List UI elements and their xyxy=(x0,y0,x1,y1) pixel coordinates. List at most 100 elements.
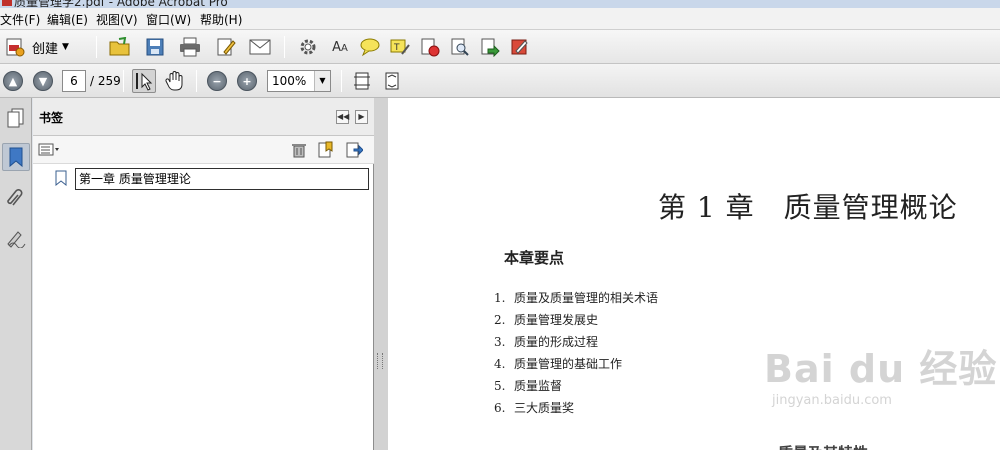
next-page-button[interactable]: ▼ xyxy=(33,71,53,91)
settings-button[interactable] xyxy=(296,35,320,59)
gear-icon xyxy=(300,39,316,55)
page-number-input[interactable]: 6 xyxy=(62,70,86,92)
magnifier-page-icon xyxy=(451,38,469,56)
fit-width-icon xyxy=(385,72,399,90)
hand-tool-button[interactable] xyxy=(163,69,187,93)
window-title-bar: 质量管理学2.pdf - Adobe Acrobat Pro xyxy=(0,0,1000,8)
watermark-url: jingyan.baidu.com xyxy=(772,393,892,408)
open-folder-icon xyxy=(109,37,130,56)
sign-button[interactable] xyxy=(508,35,532,59)
attachments-button[interactable] xyxy=(2,184,30,212)
zoom-value: 100% xyxy=(272,74,307,88)
text-select-cursor-icon xyxy=(136,72,153,91)
pencil-page-icon xyxy=(217,38,236,56)
list-item: 1. 质量及质量管理的相关术语 xyxy=(494,291,659,305)
previous-page-button[interactable]: ▲ xyxy=(3,71,23,91)
menu-edit[interactable]: 编辑(E) xyxy=(47,11,88,28)
baidu-watermark: Bai du 经验 jingyan.baidu.com xyxy=(764,338,997,408)
acrobat-pdf-icon xyxy=(2,0,12,6)
main-toolbar: 创建 ▼ AA T xyxy=(0,30,1000,64)
toolbar-divider xyxy=(196,70,197,92)
bookmark-ribbon-icon xyxy=(9,147,23,168)
new-bookmark-button[interactable] xyxy=(317,141,335,159)
signature-pen-icon xyxy=(7,231,26,248)
window-title: 质量管理学2.pdf - Adobe Acrobat Pro xyxy=(14,0,228,8)
secure-document-icon xyxy=(421,38,440,57)
secure-button[interactable] xyxy=(418,35,442,59)
chapter-title: 第 1 章 质量管理概论 xyxy=(658,191,958,224)
delete-bookmark-button[interactable] xyxy=(290,141,308,159)
fit-width-button[interactable] xyxy=(380,69,404,93)
menu-view[interactable]: 视图(V) xyxy=(96,11,138,28)
arrow-up-icon: ▲ xyxy=(8,74,18,88)
list-item: 4. 质量管理的基础工作 xyxy=(494,357,623,371)
zoom-select[interactable]: 100% ▼ xyxy=(267,70,331,92)
zoom-in-button[interactable]: + xyxy=(237,71,257,91)
chevron-down-icon: ▼ xyxy=(62,42,69,52)
menu-help[interactable]: 帮助(H) xyxy=(200,11,242,28)
select-tool-button[interactable] xyxy=(132,69,156,93)
list-item: 3. 质量的形成过程 xyxy=(494,335,599,349)
export-button[interactable] xyxy=(478,35,502,59)
sign-document-icon xyxy=(511,39,528,55)
expand-panel-button[interactable]: ▶ xyxy=(355,110,368,124)
printer-icon xyxy=(180,37,200,57)
zoom-out-button[interactable]: − xyxy=(207,71,227,91)
search-document-button[interactable] xyxy=(448,35,472,59)
export-arrow-icon xyxy=(481,38,500,57)
create-button-label: 创建 xyxy=(32,41,59,57)
collapse-panel-button[interactable]: ◀◀ xyxy=(336,110,349,124)
navigation-toolbar: ▲ ▼ 6 / 259 − + 100% ▼ xyxy=(0,64,1000,98)
create-button[interactable]: 创建 ▼ xyxy=(4,34,84,60)
bookmarks-toolbar xyxy=(33,136,374,164)
menu-window[interactable]: 窗口(W) xyxy=(146,11,191,28)
paperclip-icon xyxy=(7,189,23,206)
navigation-pane-rail xyxy=(0,98,32,450)
splitter-grip[interactable] xyxy=(377,353,383,369)
toolbar-divider xyxy=(123,70,124,92)
pane-splitter[interactable] xyxy=(374,98,388,450)
create-pdf-icon xyxy=(6,38,25,57)
page-total: / 259 xyxy=(90,74,121,88)
comment-button[interactable] xyxy=(358,35,382,59)
trash-icon xyxy=(292,144,306,158)
print-button[interactable] xyxy=(178,35,202,59)
toolbar-divider xyxy=(96,36,97,58)
bookmark-from-structure-button[interactable] xyxy=(345,141,364,159)
save-button[interactable] xyxy=(143,35,167,59)
fit-page-button[interactable] xyxy=(350,69,374,93)
document-view: 第 1 章 质量管理概论 本章要点 1. 质量及质量管理的相关术语 2. 质量管理发… xyxy=(388,98,1000,450)
arrow-down-icon: ▼ xyxy=(38,74,48,88)
key-points-list: 1. 质量及质量管理的相关术语 2. 质量管理发展史 3. 质量的形成过程 4. 质量管… xyxy=(494,289,658,421)
menu-file[interactable]: 文件(F) xyxy=(0,11,40,28)
highlight-text-icon: T xyxy=(390,39,410,55)
hand-icon xyxy=(165,71,183,91)
page-thumbnails-button[interactable] xyxy=(2,104,30,132)
plus-icon: + xyxy=(242,74,252,88)
next-section-heading: 质量及其特性 xyxy=(778,442,868,450)
svg-text:T: T xyxy=(393,43,400,53)
toolbar-divider xyxy=(284,36,285,58)
bookmark-icon xyxy=(55,170,67,189)
bookmark-options-button[interactable] xyxy=(38,142,60,158)
bookmarks-title: 书签 xyxy=(39,111,64,125)
open-button[interactable] xyxy=(108,35,132,59)
edit-document-button[interactable] xyxy=(214,35,238,59)
list-item: 2. 质量管理发展史 xyxy=(494,313,599,327)
bookmark-item[interactable]: 第一章 质量管理理论 xyxy=(53,167,373,191)
watermark-main-text: Bai du 经验 xyxy=(764,347,998,391)
save-disk-icon xyxy=(146,38,164,56)
envelope-icon xyxy=(249,39,271,55)
menu-bar: 文件(F) 编辑(E) 视图(V) 窗口(W) 帮助(H) xyxy=(0,8,1000,30)
fit-page-icon xyxy=(354,72,370,90)
speech-bubble-icon xyxy=(360,38,380,57)
toolbar-divider xyxy=(341,70,342,92)
email-button[interactable] xyxy=(248,35,272,59)
page-thumbnails-icon xyxy=(7,108,24,128)
minus-icon: − xyxy=(212,74,222,88)
highlight-button[interactable]: T xyxy=(388,35,412,59)
signatures-button[interactable] xyxy=(2,224,30,252)
text-size-button[interactable]: AA xyxy=(328,35,352,59)
bookmark-label[interactable]: 第一章 质量管理理论 xyxy=(75,168,369,190)
bookmarks-pane-button[interactable] xyxy=(2,143,30,171)
